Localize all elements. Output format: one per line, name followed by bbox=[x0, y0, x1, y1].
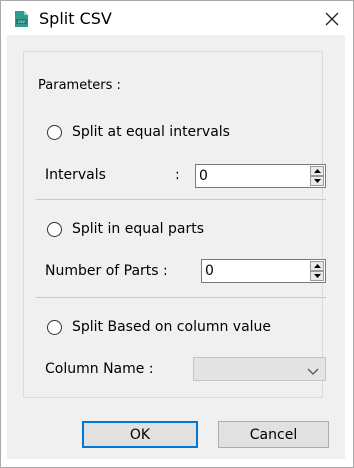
chevron-down-icon bbox=[307, 364, 319, 380]
number-of-parts-input[interactable] bbox=[205, 262, 299, 280]
equal-parts-radio-text: Split in equal parts bbox=[72, 221, 205, 237]
number-of-parts-spinbox bbox=[201, 259, 326, 283]
equal-intervals-radio-text: Split at equal intervals bbox=[72, 124, 230, 140]
ok-button[interactable]: OK bbox=[82, 421, 198, 448]
column-value-radio[interactable] bbox=[47, 320, 62, 335]
equal-intervals-radio-label[interactable]: Split at equal intervals bbox=[72, 123, 230, 141]
parameters-group-title: Parameters : bbox=[36, 78, 123, 94]
separator-1 bbox=[36, 199, 326, 200]
column-value-radio-text: Split Based on column value bbox=[72, 319, 272, 335]
number-of-parts-decrement-button[interactable] bbox=[310, 271, 324, 281]
cancel-button[interactable]: Cancel bbox=[218, 421, 329, 448]
number-of-parts-increment-button[interactable] bbox=[310, 261, 324, 271]
column-value-radio-label[interactable]: Split Based on column value bbox=[72, 318, 271, 336]
close-icon bbox=[325, 12, 339, 26]
number-of-parts-spin-buttons bbox=[310, 261, 324, 281]
arrow-up-icon bbox=[313, 264, 321, 268]
equal-parts-radio-label[interactable]: Split in equal parts bbox=[72, 220, 204, 238]
intervals-colon: : bbox=[175, 167, 180, 183]
close-button[interactable] bbox=[319, 7, 345, 31]
arrow-down-icon bbox=[313, 274, 321, 278]
window-title: Split CSV bbox=[39, 9, 112, 28]
arrow-down-icon bbox=[313, 179, 321, 183]
intervals-label: Intervals bbox=[45, 167, 106, 183]
number-of-parts-label: Number of Parts : bbox=[45, 263, 168, 279]
csv-file-icon: csv bbox=[13, 11, 29, 27]
equal-parts-radio[interactable] bbox=[47, 222, 62, 237]
intervals-decrement-button[interactable] bbox=[310, 176, 324, 186]
intervals-input[interactable] bbox=[199, 167, 299, 185]
equal-intervals-radio[interactable] bbox=[47, 125, 62, 140]
intervals-increment-button[interactable] bbox=[310, 166, 324, 176]
intervals-spinbox bbox=[195, 164, 326, 188]
intervals-spin-buttons bbox=[310, 166, 324, 186]
column-name-label: Column Name : bbox=[45, 361, 154, 377]
title-bar: csv Split CSV bbox=[1, 1, 353, 35]
column-name-dropdown[interactable] bbox=[193, 357, 326, 381]
separator-2 bbox=[36, 297, 326, 298]
svg-text:csv: csv bbox=[18, 19, 25, 24]
arrow-up-icon bbox=[313, 169, 321, 173]
